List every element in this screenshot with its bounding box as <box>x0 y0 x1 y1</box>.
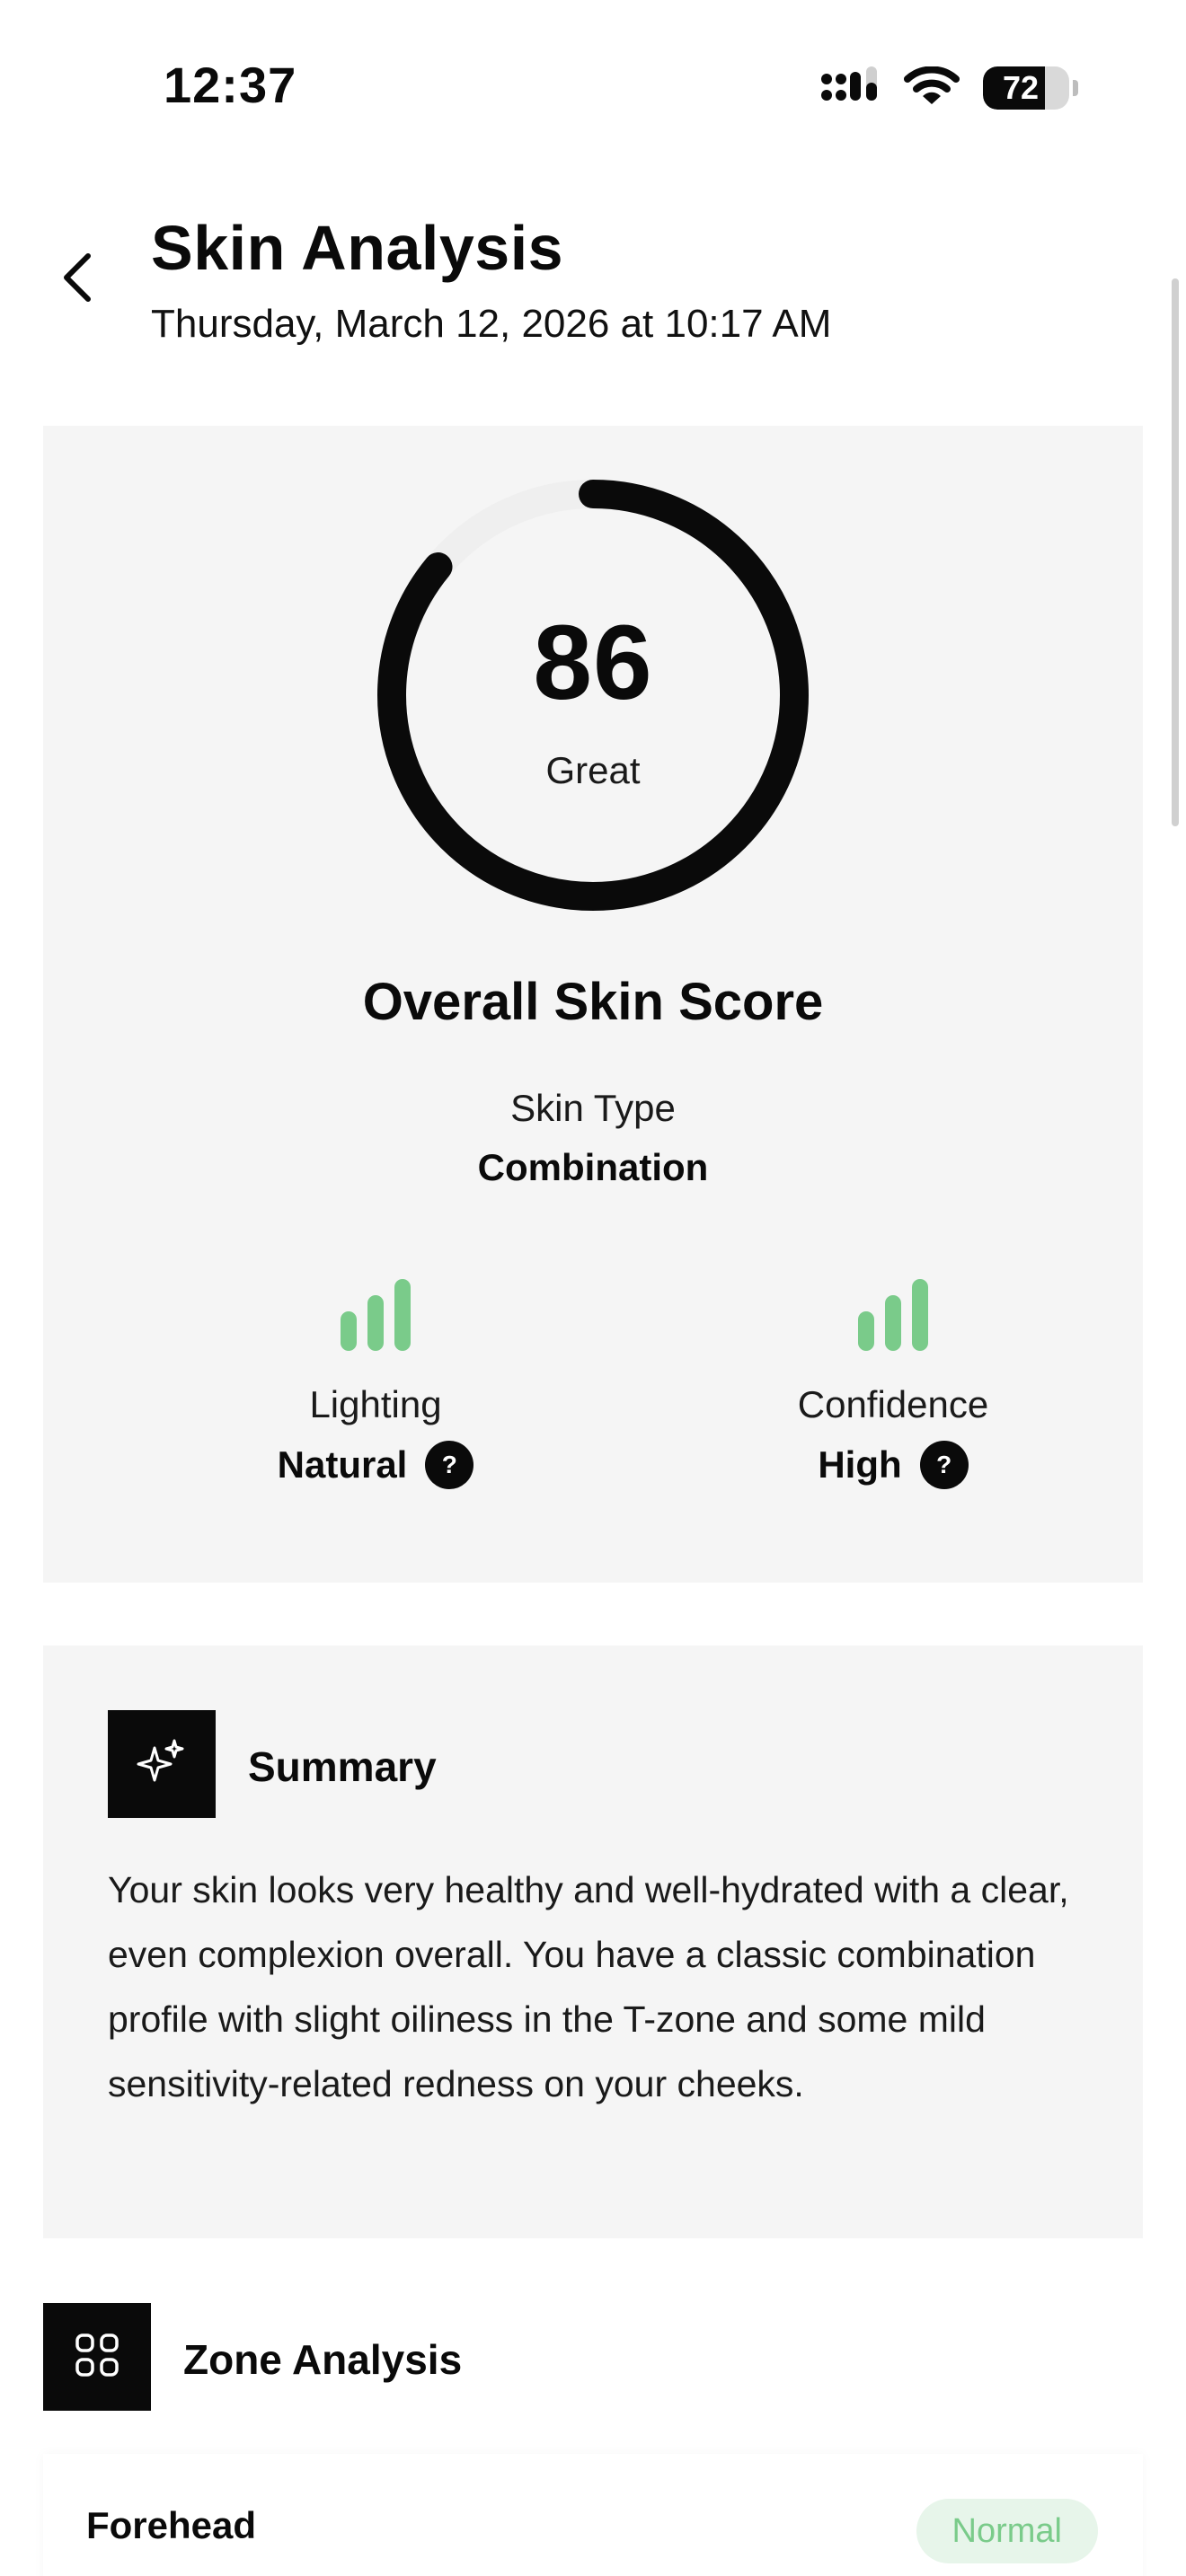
summary-card: Summary Your skin looks very healthy and… <box>43 1645 1143 2238</box>
summary-icon-box <box>108 1710 216 1818</box>
signal-bar <box>858 1311 874 1351</box>
zone-analysis-title: Zone Analysis <box>183 2336 463 2383</box>
signal-bar <box>341 1311 357 1351</box>
battery-percent: 72 <box>1002 69 1040 106</box>
help-icon[interactable]: ? <box>425 1441 474 1489</box>
zone-row-forehead[interactable]: Forehead Normal <box>43 2454 1143 2576</box>
wifi-icon <box>904 66 960 110</box>
page-title: Skin Analysis <box>151 213 564 283</box>
signal-bar <box>885 1295 901 1351</box>
summary-title: Summary <box>248 1743 437 1790</box>
skin-type-value: Combination <box>477 1146 709 1188</box>
zone-analysis-header: Zone Analysis <box>43 2303 1143 2411</box>
battery-icon: 72 <box>983 66 1069 110</box>
confidence-value: High <box>818 1443 902 1486</box>
signal-bar <box>367 1295 384 1351</box>
help-icon[interactable]: ? <box>919 1441 969 1489</box>
confidence-metric: Confidence High ? <box>713 1279 1073 1489</box>
lighting-value-row: Natural ? <box>196 1441 555 1489</box>
analysis-date: Thursday, March 12, 2026 at 10:17 AM <box>151 302 832 346</box>
lighting-label: Lighting <box>309 1383 442 1425</box>
overall-score-title: Overall Skin Score <box>362 973 824 1031</box>
signal-bar <box>912 1279 928 1351</box>
summary-text: Your skin looks very healthy and well-hy… <box>108 1869 1069 2104</box>
status-time: 12:37 <box>164 57 297 113</box>
confidence-value-row: High ? <box>713 1441 1073 1489</box>
score-value: 86 <box>533 604 653 722</box>
signal-bar <box>394 1279 411 1351</box>
signal-bars-icon <box>196 1279 555 1351</box>
status-badge: Normal <box>916 2499 1098 2563</box>
lighting-metric: Lighting Natural ? <box>196 1279 555 1489</box>
signal-bars-icon <box>713 1279 1073 1351</box>
zone-icon-box <box>43 2303 151 2411</box>
zone-name: Forehead <box>86 2504 257 2546</box>
status-bar: 12:37 72 <box>0 0 1186 144</box>
lighting-value: Natural <box>277 1443 408 1486</box>
score-rating: Great <box>545 749 641 791</box>
score-ring: 86 Great <box>377 480 809 911</box>
back-button[interactable] <box>50 248 104 311</box>
chevron-left-icon <box>59 251 95 309</box>
grid-icon <box>74 2332 120 2383</box>
skin-type-label: Skin Type <box>510 1087 676 1129</box>
sparkles-icon <box>135 1735 189 1794</box>
confidence-label: Confidence <box>797 1383 989 1425</box>
battery-cap <box>1073 80 1078 96</box>
scroll-indicator[interactable] <box>1172 278 1179 826</box>
cellular-signal-icon <box>821 66 881 110</box>
status-icons: 72 <box>821 63 1078 113</box>
score-card: 86 Great Overall Skin Score Skin Type Co… <box>43 426 1143 1583</box>
